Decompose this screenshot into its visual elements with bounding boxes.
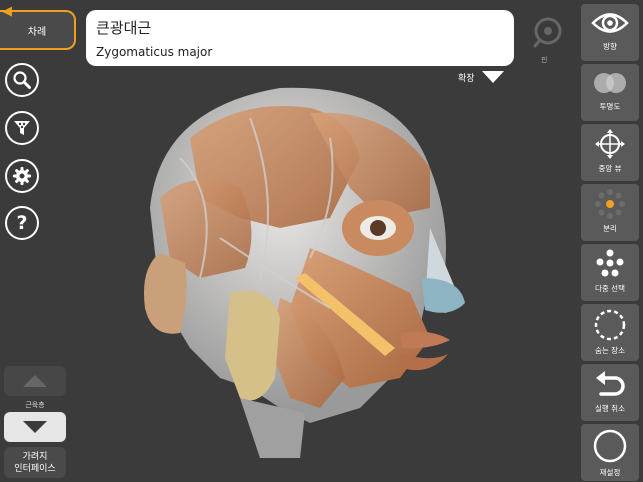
center-view-icon [595, 129, 625, 159]
multi-select-label: 다중 선택 [595, 284, 625, 293]
hide-label: 숨는 장소 [595, 346, 625, 355]
transparency-icon [594, 73, 626, 93]
undo-icon [596, 371, 625, 396]
filter-button[interactable] [5, 111, 39, 145]
help-button[interactable]: ? [5, 206, 39, 240]
undo-button[interactable]: 실행 취소 [581, 364, 639, 421]
center-view-label: 중앙 뷰 [598, 164, 622, 173]
pin-label: 핀 [541, 56, 548, 64]
structure-title-card: 큰광대근 Zygomaticus major [86, 10, 514, 66]
reset-icon [593, 429, 627, 463]
layer-down-button[interactable] [4, 412, 66, 442]
back-button[interactable]: ◀ 차례 [0, 4, 76, 50]
layer-label: 근육층 [25, 401, 45, 409]
search-icon [13, 71, 31, 89]
head-muscle-model [144, 87, 465, 458]
hide-interface-label-1: 가려지 [22, 451, 48, 462]
hide-icon [594, 309, 626, 341]
anatomy-3d-viewport[interactable] [130, 78, 490, 462]
multi-select-button[interactable]: 다중 선택 [581, 244, 639, 301]
view-direction-button[interactable]: 방향 [581, 4, 639, 61]
question-mark-icon: ? [16, 211, 28, 234]
view-direction-label: 방향 [603, 42, 617, 51]
layer-up-button[interactable] [4, 366, 66, 396]
structure-name-latin: Zygomaticus major [96, 45, 213, 59]
eye-icon [591, 13, 629, 33]
triangle-down-icon [23, 421, 47, 433]
hide-button[interactable]: 숨는 장소 [581, 304, 639, 361]
structure-name-korean: 큰광대근 [96, 19, 152, 37]
back-arrow-icon: ◀ [2, 4, 12, 19]
reset-button[interactable]: 재설정 [581, 424, 639, 481]
hide-interface-button[interactable]: 가려지 인터페이스 [4, 447, 66, 478]
reset-label: 재설정 [599, 468, 621, 477]
transparency-label: 투명도 [599, 102, 621, 111]
back-label: 차례 [27, 26, 47, 38]
isolate-button[interactable]: 분리 [581, 184, 639, 241]
isolate-label: 분리 [603, 224, 617, 233]
settings-button[interactable] [5, 159, 39, 193]
hide-interface-label-2: 인터페이스 [14, 463, 56, 474]
multi-select-icon [596, 249, 624, 277]
undo-label: 실행 취소 [595, 404, 625, 413]
pin-icon [533, 17, 562, 48]
isolate-icon [595, 189, 625, 219]
search-button[interactable] [5, 63, 39, 97]
center-view-button[interactable]: 중앙 뷰 [581, 124, 639, 181]
triangle-up-icon [23, 375, 47, 387]
gear-icon [13, 167, 31, 185]
transparency-button[interactable]: 투명도 [581, 64, 639, 121]
filter-icon [14, 121, 30, 135]
pin-button[interactable] [532, 16, 564, 52]
